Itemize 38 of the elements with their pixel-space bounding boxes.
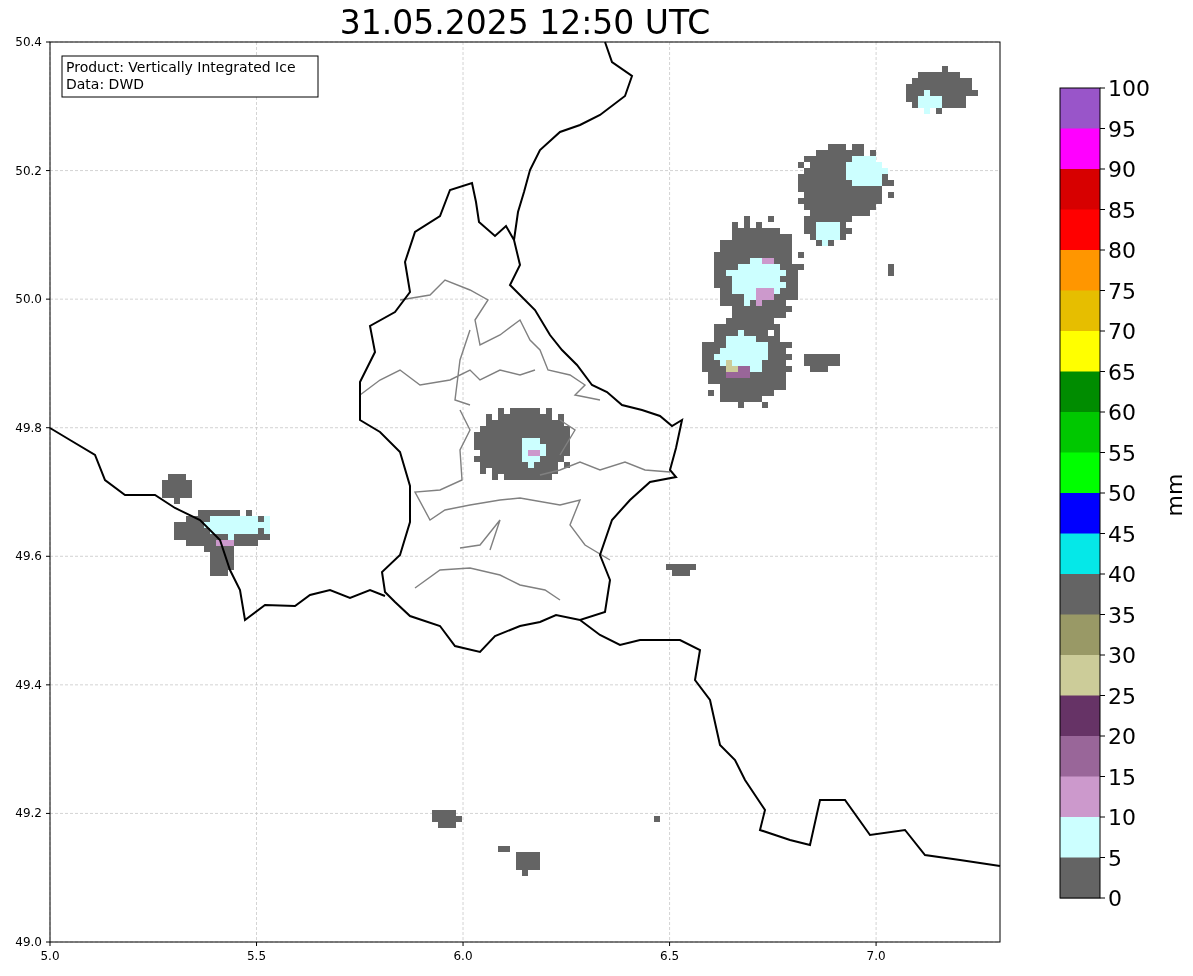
axis-tick-label: 5.0 [40,949,60,963]
axis-tick-label: 49.8 [15,420,42,435]
colorbar-tick-label: 85 [1108,197,1136,223]
colorbar-label: mm [1162,473,1187,517]
axis-tick-label: 49.4 [15,677,42,692]
colorbar-tick-label: 30 [1108,643,1136,668]
colorbar-tick-label: 25 [1108,683,1136,709]
colorbar-tick-label: 15 [1108,764,1136,790]
colorbar-tick-label: 80 [1108,238,1136,263]
colorbar-tick-label: 55 [1108,440,1136,466]
axis-tick-label: 50.2 [15,163,42,178]
colorbar-tick-label: 90 [1108,157,1136,182]
colorbar-tick-label: 95 [1108,116,1136,142]
axis-tick-label: 49.0 [15,935,42,949]
colorbar-tick-label: 60 [1108,400,1136,425]
colorbar-tick-label: 100 [1108,76,1150,101]
colorbar-tick-label: 65 [1108,359,1136,385]
colorbar-tick-label: 70 [1108,319,1136,344]
axis-tick-label: 49.6 [15,549,42,564]
colorbar-tick-label: 5 [1108,845,1122,871]
chart-title: 31.05.2025 12:50 UTC [339,3,711,42]
colorbar-tick-label: 75 [1108,278,1136,304]
colorbar-tick-label: 50 [1108,481,1136,506]
axis-tick-label: 50.4 [15,35,42,49]
axis-tick-label: 5.5 [246,949,267,963]
info-text: Product: Vertically Integrated Ice [66,59,296,75]
colorbar-tick-label: 35 [1108,602,1136,628]
axis-tick-label: 6.5 [660,949,680,963]
colorbar-tick-label: 20 [1108,724,1136,749]
axis-tick-label: 7.0 [866,949,886,963]
colorbar-tick-label: 0 [1108,886,1122,911]
colorbar-tick-label: 40 [1108,562,1136,587]
axis-tick-label: 49.2 [15,806,42,821]
colorbar-tick-label: 10 [1108,805,1136,830]
axis-tick-label: 50.0 [15,292,42,307]
axis-tick-label: 6.0 [453,949,473,963]
colorbar-tick-label: 45 [1108,521,1136,547]
info-text: Data: DWD [66,76,144,92]
